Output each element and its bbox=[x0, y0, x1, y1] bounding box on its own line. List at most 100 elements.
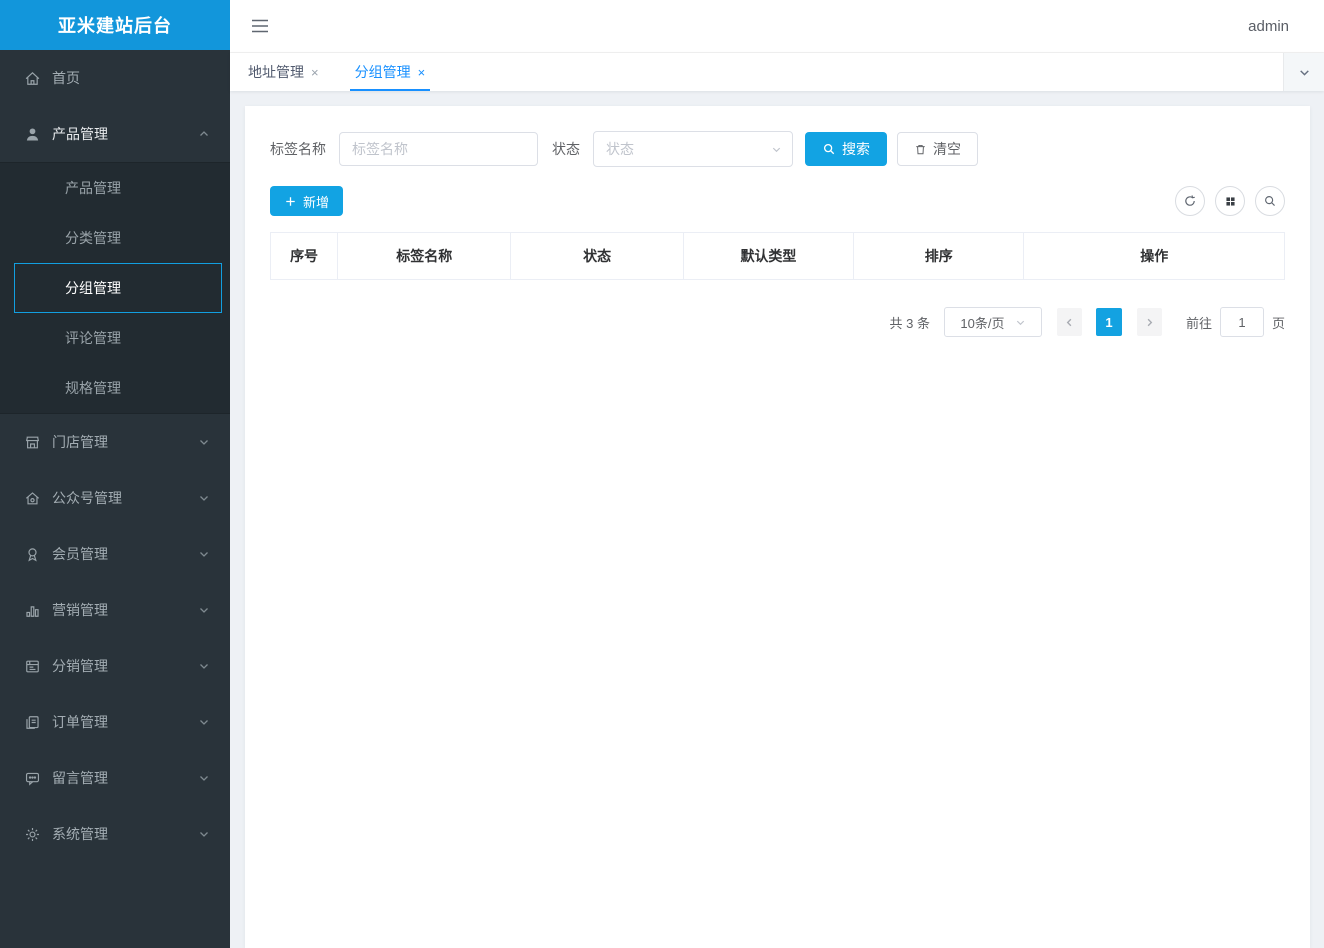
next-page-button[interactable] bbox=[1137, 308, 1162, 336]
grid-icon bbox=[1224, 195, 1237, 208]
tab-bar: 地址管理 × 分组管理 × bbox=[230, 53, 1324, 91]
tab-list: 地址管理 × 分组管理 × bbox=[230, 53, 443, 91]
tab-close-icon[interactable]: × bbox=[311, 65, 319, 80]
chevron-down-icon bbox=[198, 660, 210, 672]
message-icon bbox=[24, 770, 41, 787]
add-button-label: 新增 bbox=[303, 192, 329, 211]
sidebar-item-公众号管理[interactable]: 公众号管理 bbox=[0, 470, 230, 526]
sidebar-item-产品管理[interactable]: 产品管理 bbox=[0, 106, 230, 162]
page-size-value: 10条/页 bbox=[960, 313, 1004, 332]
sidebar-item-门店管理[interactable]: 门店管理 bbox=[0, 414, 230, 470]
search-button-label: 搜索 bbox=[842, 139, 870, 159]
add-button[interactable]: 新增 bbox=[270, 186, 343, 216]
app-root: 亚米建站后台 首页产品管理产品管理分类管理分组管理评论管理规格管理门店管理公众号… bbox=[0, 0, 1324, 948]
tab-地址管理[interactable]: 地址管理 × bbox=[230, 53, 337, 91]
chevron-down-icon bbox=[198, 716, 210, 728]
sidebar-item-系统管理[interactable]: 系统管理 bbox=[0, 806, 230, 862]
tab-分组管理[interactable]: 分组管理 × bbox=[337, 53, 444, 91]
table-search-button[interactable] bbox=[1255, 186, 1285, 216]
column-header-序号: 序号 bbox=[271, 233, 338, 280]
table-header-row: 序号标签名称状态默认类型排序操作 bbox=[271, 233, 1285, 280]
chevron-down-icon bbox=[771, 144, 782, 155]
sidebar-item-label: 订单管理 bbox=[52, 712, 108, 732]
goto-page-input[interactable] bbox=[1220, 307, 1264, 337]
user-menu[interactable]: admin bbox=[1248, 18, 1289, 35]
name-filter-label: 标签名称 bbox=[270, 139, 326, 159]
sidebar-item-留言管理[interactable]: 留言管理 bbox=[0, 750, 230, 806]
columns-button[interactable] bbox=[1215, 186, 1245, 216]
table-tools bbox=[1175, 186, 1285, 216]
search-form: 标签名称 状态 状态 搜索 bbox=[270, 131, 1285, 167]
search-icon bbox=[1263, 194, 1277, 208]
app-title: 亚米建站后台 bbox=[0, 0, 230, 50]
name-filter-input[interactable] bbox=[339, 132, 538, 166]
tab-actions-dropdown[interactable] bbox=[1283, 53, 1324, 91]
sidebar-item-首页[interactable]: 首页 bbox=[0, 50, 230, 106]
table-toolbar: 新增 bbox=[270, 186, 1285, 216]
clear-button[interactable]: 清空 bbox=[897, 132, 978, 166]
sidebar-submenu: 产品管理分类管理分组管理评论管理规格管理 bbox=[0, 162, 230, 414]
trash-icon bbox=[914, 143, 927, 156]
sidebar-subitem-分类管理[interactable]: 分类管理 bbox=[0, 213, 230, 263]
sidebar-item-label: 首页 bbox=[52, 68, 80, 88]
status-filter-select[interactable]: 状态 bbox=[593, 131, 793, 167]
main-column: admin 地址管理 × 分组管理 × 标签名称 状态 状态 bbox=[230, 0, 1324, 948]
status-select-placeholder: 状态 bbox=[606, 139, 634, 159]
tab-label: 地址管理 bbox=[248, 62, 304, 82]
sidebar-item-营销管理[interactable]: 营销管理 bbox=[0, 582, 230, 638]
column-header-状态: 状态 bbox=[511, 233, 683, 280]
chevron-down-icon bbox=[198, 548, 210, 560]
shop-icon bbox=[24, 434, 41, 451]
order-icon bbox=[24, 714, 41, 731]
sidebar-item-label: 分销管理 bbox=[52, 656, 108, 676]
content-area: 标签名称 状态 状态 搜索 bbox=[230, 91, 1324, 948]
total-count: 共 3 条 bbox=[890, 313, 930, 332]
sidebar: 亚米建站后台 首页产品管理产品管理分类管理分组管理评论管理规格管理门店管理公众号… bbox=[0, 0, 230, 948]
sidebar-item-分销管理[interactable]: 分销管理 bbox=[0, 638, 230, 694]
refresh-button[interactable] bbox=[1175, 186, 1205, 216]
sidebar-item-订单管理[interactable]: 订单管理 bbox=[0, 694, 230, 750]
sidebar-subitem-评论管理[interactable]: 评论管理 bbox=[0, 313, 230, 363]
hamburger-menu-icon[interactable] bbox=[250, 18, 270, 34]
settings-icon bbox=[24, 826, 41, 843]
sidebar-item-label: 门店管理 bbox=[52, 432, 108, 452]
sidebar-item-会员管理[interactable]: 会员管理 bbox=[0, 526, 230, 582]
sidebar-subitem-产品管理[interactable]: 产品管理 bbox=[0, 163, 230, 213]
page-size-select[interactable]: 10条/页 bbox=[944, 307, 1042, 337]
distribution-icon bbox=[24, 658, 41, 675]
sidebar-menu: 首页产品管理产品管理分类管理分组管理评论管理规格管理门店管理公众号管理会员管理营… bbox=[0, 50, 230, 948]
official-account-icon bbox=[24, 490, 41, 507]
chart-icon bbox=[24, 602, 41, 619]
sidebar-subitem-分组管理[interactable]: 分组管理 bbox=[14, 263, 222, 313]
plus-icon bbox=[284, 195, 297, 208]
column-header-标签名称: 标签名称 bbox=[338, 233, 511, 280]
chevron-down-icon bbox=[198, 772, 210, 784]
prev-page-button[interactable] bbox=[1057, 308, 1082, 336]
search-button[interactable]: 搜索 bbox=[805, 132, 887, 166]
column-header-操作: 操作 bbox=[1024, 233, 1285, 280]
chevron-left-icon bbox=[1064, 317, 1075, 328]
goto-label: 前往 bbox=[1186, 313, 1212, 332]
sidebar-item-label: 会员管理 bbox=[52, 544, 108, 564]
chevron-right-icon bbox=[1144, 317, 1155, 328]
chevron-down-icon bbox=[198, 604, 210, 616]
status-filter-label: 状态 bbox=[552, 139, 580, 159]
chevron-down-icon bbox=[1298, 66, 1311, 79]
clear-button-label: 清空 bbox=[933, 139, 961, 159]
sidebar-item-label: 留言管理 bbox=[52, 768, 108, 788]
pagination: 共 3 条 10条/页 1 bbox=[270, 307, 1285, 337]
sidebar-subitem-规格管理[interactable]: 规格管理 bbox=[0, 363, 230, 413]
current-page-button[interactable]: 1 bbox=[1096, 308, 1122, 336]
refresh-icon bbox=[1183, 194, 1197, 208]
chevron-down-icon bbox=[1015, 317, 1026, 328]
member-icon bbox=[24, 546, 41, 563]
goto-suffix: 页 bbox=[1272, 313, 1285, 332]
sidebar-item-label: 公众号管理 bbox=[52, 488, 122, 508]
content-card: 标签名称 状态 状态 搜索 bbox=[245, 106, 1310, 948]
user-icon bbox=[24, 126, 41, 143]
column-header-默认类型: 默认类型 bbox=[683, 233, 853, 280]
data-table: 序号标签名称状态默认类型排序操作 bbox=[270, 232, 1285, 280]
tab-close-icon[interactable]: × bbox=[418, 65, 426, 80]
home-icon bbox=[24, 70, 41, 87]
tab-label: 分组管理 bbox=[355, 62, 411, 82]
